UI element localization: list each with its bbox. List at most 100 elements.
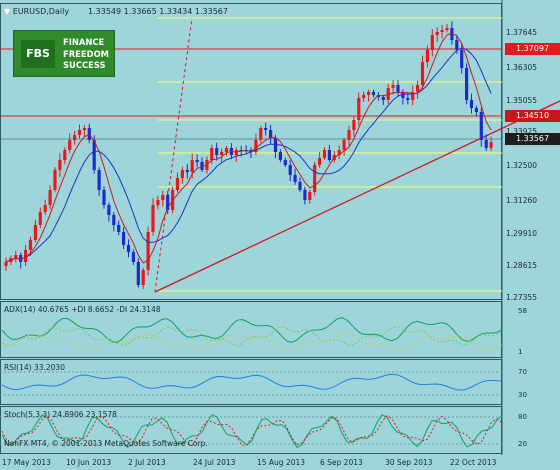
bullish-candle[interactable]: [28, 240, 33, 250]
bullish-candle[interactable]: [352, 120, 356, 130]
bullish-candle[interactable]: [48, 190, 52, 205]
bearish-candle[interactable]: [92, 140, 96, 170]
adx-header: ADX(14) 40.6765 +DI 8.6652 -DI 24.3148: [4, 305, 161, 314]
bearish-candle[interactable]: [327, 150, 331, 160]
bearish-candle[interactable]: [371, 92, 376, 95]
price-tick: 1.37645: [506, 28, 537, 37]
bullish-candle[interactable]: [33, 225, 37, 240]
bullish-candle[interactable]: [43, 205, 47, 212]
bullish-candle[interactable]: [430, 35, 434, 50]
bullish-candle[interactable]: [38, 212, 42, 225]
bullish-candle[interactable]: [220, 152, 224, 155]
time-tick: 2 Jul 2013: [128, 458, 166, 467]
rsi-axis-bottom: 30: [518, 391, 527, 399]
bullish-candle[interactable]: [4, 262, 8, 266]
bullish-candle[interactable]: [14, 255, 18, 258]
time-tick: 17 May 2013: [2, 458, 51, 467]
copyright-text: NonFX MT4, © 2001-2013 MetaQuotes Softwa…: [4, 439, 208, 448]
bearish-candle[interactable]: [126, 245, 131, 252]
bearish-candle[interactable]: [87, 128, 91, 140]
bearish-candle[interactable]: [303, 190, 307, 200]
bullish-candle[interactable]: [489, 142, 493, 148]
price-tag-level: 1.34510: [505, 110, 560, 122]
bearish-candle[interactable]: [406, 98, 410, 100]
bullish-candle[interactable]: [53, 170, 57, 190]
price-tick: 1.36305: [506, 63, 537, 72]
bearish-candle[interactable]: [264, 128, 268, 130]
bullish-candle[interactable]: [259, 128, 263, 140]
bullish-candle[interactable]: [391, 85, 395, 88]
bearish-candle[interactable]: [288, 165, 292, 175]
price-tick: 1.31260: [506, 196, 537, 205]
bullish-candle[interactable]: [313, 165, 317, 192]
bullish-candle[interactable]: [146, 232, 150, 270]
bullish-candle[interactable]: [342, 140, 346, 150]
bearish-candle[interactable]: [469, 100, 474, 108]
bullish-candle[interactable]: [175, 178, 180, 190]
bearish-candle[interactable]: [215, 148, 219, 155]
stoch-header: Stoch(5,3,3) 24.8906 23.1578: [4, 410, 117, 419]
bullish-candle[interactable]: [63, 150, 67, 160]
bullish-candle[interactable]: [58, 160, 62, 170]
bullish-candle[interactable]: [322, 150, 327, 158]
time-tick: 30 Sep 2013: [385, 458, 433, 467]
bullish-candle[interactable]: [73, 135, 77, 140]
price-tick: 1.28615: [506, 261, 537, 270]
bearish-candle[interactable]: [195, 160, 199, 162]
bullish-candle[interactable]: [161, 195, 165, 200]
bullish-candle[interactable]: [77, 130, 82, 135]
bullish-candle[interactable]: [435, 32, 439, 35]
bearish-candle[interactable]: [465, 68, 469, 100]
bullish-candle[interactable]: [141, 270, 145, 285]
bullish-candle[interactable]: [416, 85, 420, 92]
bearish-candle[interactable]: [455, 40, 459, 50]
bearish-candle[interactable]: [298, 182, 302, 190]
bearish-candle[interactable]: [381, 97, 385, 100]
bullish-candle[interactable]: [210, 148, 214, 160]
bearish-candle[interactable]: [278, 152, 282, 160]
bearish-candle[interactable]: [460, 50, 464, 68]
rsi-axis-top: 70: [518, 368, 527, 376]
fbs-logo: FBS FINANCE FREEDOM SUCCESS: [13, 30, 115, 77]
bearish-candle[interactable]: [131, 252, 135, 262]
bullish-candle[interactable]: [82, 128, 86, 130]
bearish-candle[interactable]: [107, 205, 111, 215]
bullish-candle[interactable]: [151, 205, 155, 232]
adx-axis-top: 58: [518, 307, 527, 315]
bearish-candle[interactable]: [269, 130, 273, 138]
bullish-candle[interactable]: [224, 148, 229, 152]
bearish-candle[interactable]: [117, 225, 121, 232]
bearish-candle[interactable]: [396, 85, 400, 92]
bearish-candle[interactable]: [97, 170, 101, 190]
bullish-candle[interactable]: [367, 92, 371, 95]
bearish-candle[interactable]: [484, 140, 488, 148]
bearish-candle[interactable]: [136, 262, 140, 285]
bullish-candle[interactable]: [318, 158, 322, 165]
bullish-candle[interactable]: [308, 192, 312, 200]
stoch-axis-bottom: 20: [518, 440, 527, 448]
time-tick: 24 Jul 2013: [193, 458, 236, 467]
logo-line: SUCCESS: [63, 60, 106, 70]
bullish-candle[interactable]: [362, 95, 366, 98]
bullish-candle[interactable]: [425, 50, 429, 62]
bearish-candle[interactable]: [122, 232, 126, 245]
bullish-candle[interactable]: [357, 98, 361, 120]
bullish-candle[interactable]: [440, 30, 444, 32]
bullish-candle[interactable]: [445, 28, 449, 30]
bearish-candle[interactable]: [102, 190, 106, 205]
bearish-candle[interactable]: [479, 112, 483, 140]
bearish-candle[interactable]: [283, 160, 287, 165]
bullish-candle[interactable]: [420, 62, 425, 85]
ohlc-values: 1.33549 1.33665 1.33434 1.33567: [88, 7, 228, 16]
bearish-candle[interactable]: [293, 175, 297, 182]
bullish-candle[interactable]: [156, 200, 160, 205]
bearish-candle[interactable]: [185, 170, 189, 172]
bullish-candle[interactable]: [190, 160, 194, 172]
time-tick: 10 Jun 2013: [66, 458, 111, 467]
bearish-candle[interactable]: [112, 215, 116, 225]
bullish-candle[interactable]: [68, 140, 72, 150]
rsi-header: RSI(14) 33.2030: [4, 363, 65, 372]
bearish-candle[interactable]: [474, 108, 478, 112]
bullish-candle[interactable]: [347, 130, 351, 140]
bullish-candle[interactable]: [180, 170, 184, 178]
